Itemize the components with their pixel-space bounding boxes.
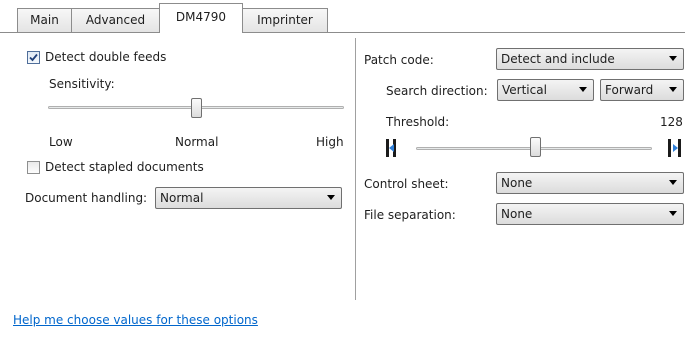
detect-double-feeds-label[interactable]: Detect double feeds — [45, 50, 166, 64]
threshold-max-icon[interactable] — [668, 138, 682, 158]
tab-strip: Main Advanced DM4790 Imprinter — [0, 0, 685, 35]
tab-main[interactable]: Main — [17, 8, 72, 32]
patch-code-label: Patch code: — [364, 53, 434, 67]
detect-double-feeds-checkbox[interactable] — [27, 51, 40, 64]
control-sheet-label: Control sheet: — [364, 177, 449, 191]
chevron-down-icon — [669, 180, 677, 185]
checkmark-icon — [29, 53, 38, 62]
file-separation-value: None — [501, 207, 533, 221]
threshold-slider-thumb[interactable] — [530, 137, 541, 157]
tab-advanced[interactable]: Advanced — [71, 8, 160, 32]
chevron-down-icon — [669, 211, 677, 216]
file-separation-select[interactable]: None — [496, 203, 684, 225]
search-direction-value: Vertical — [502, 83, 547, 97]
chevron-down-icon — [669, 87, 677, 92]
control-sheet-value: None — [501, 176, 533, 190]
document-handling-select[interactable]: Normal — [155, 187, 342, 209]
search-order-value: Forward — [605, 83, 654, 97]
file-separation-label: File separation: — [364, 208, 456, 222]
sensitivity-high-label: High — [316, 135, 344, 149]
control-sheet-select[interactable]: None — [496, 172, 684, 194]
tab-dm4790[interactable]: DM4790 — [159, 3, 243, 33]
tab-pane-border — [0, 32, 685, 33]
search-order-select[interactable]: Forward — [600, 79, 684, 101]
chevron-down-icon — [669, 56, 677, 61]
detect-stapled-label[interactable]: Detect stapled documents — [45, 160, 204, 174]
detect-stapled-checkbox[interactable] — [27, 161, 40, 174]
search-direction-select[interactable]: Vertical — [497, 79, 594, 101]
document-handling-value: Normal — [160, 191, 204, 205]
document-handling-label: Document handling: — [25, 191, 148, 205]
search-direction-label: Search direction: — [386, 84, 488, 98]
sensitivity-label: Sensitivity: — [49, 77, 115, 91]
patch-code-select[interactable]: Detect and include — [496, 48, 684, 70]
sensitivity-low-label: Low — [49, 135, 73, 149]
patch-code-value: Detect and include — [501, 52, 615, 66]
sensitivity-slider-thumb[interactable] — [190, 98, 202, 118]
threshold-min-icon[interactable] — [386, 138, 400, 158]
chevron-down-icon — [579, 87, 587, 92]
help-link[interactable]: Help me choose values for these options — [13, 313, 258, 327]
threshold-label: Threshold: — [386, 115, 450, 129]
threshold-value: 128 — [660, 115, 683, 129]
tab-imprinter[interactable]: Imprinter — [242, 8, 328, 32]
chevron-down-icon — [327, 195, 335, 200]
sensitivity-normal-label: Normal — [175, 135, 219, 149]
column-divider — [355, 38, 356, 300]
